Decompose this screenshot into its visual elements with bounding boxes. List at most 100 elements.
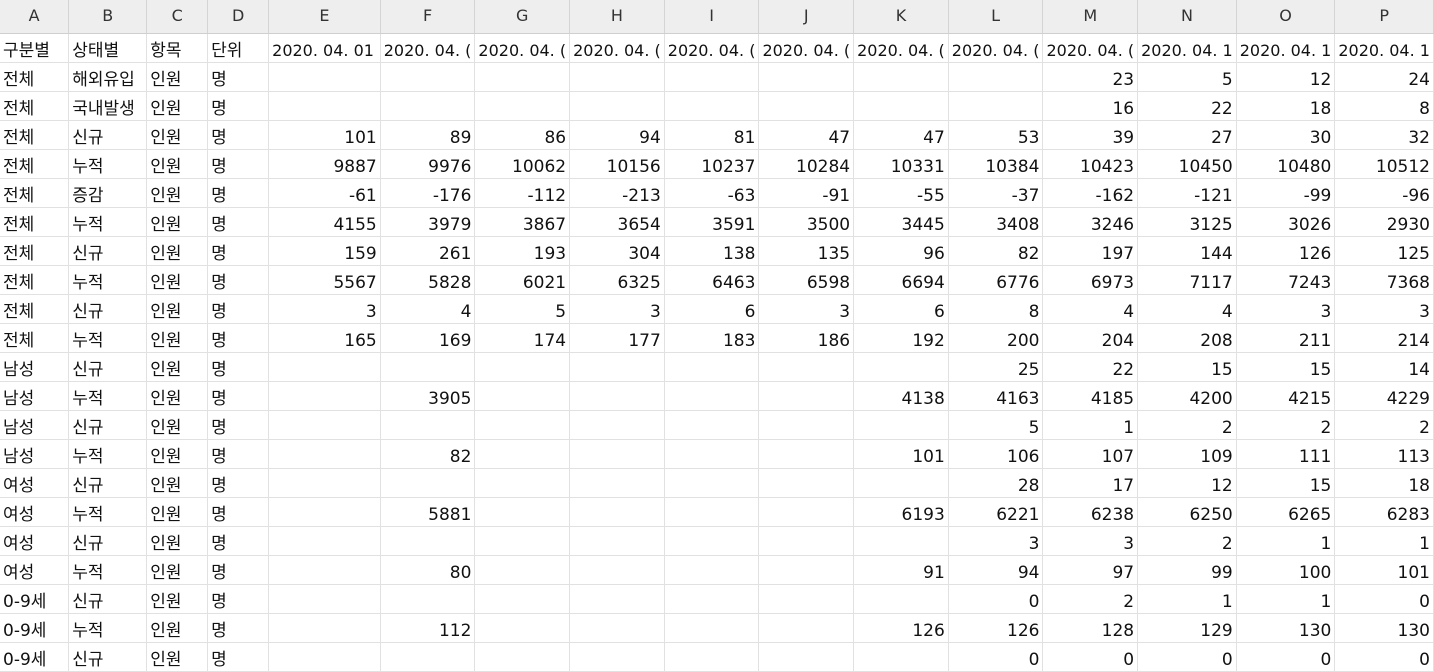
cell-h[interactable] [569,410,665,440]
cell-h[interactable] [569,381,665,411]
cell-e[interactable] [268,497,381,527]
cell-a[interactable]: 전체 [0,120,70,150]
cell-a[interactable]: 전체 [0,91,70,121]
cell-p[interactable]: 2930 [1334,207,1434,237]
cell-e[interactable]: 159 [268,236,381,266]
cell-a[interactable]: 전체 [0,178,70,208]
cell-j[interactable] [758,526,855,556]
cell-k[interactable]: -55 [853,178,949,208]
cell-i[interactable] [664,62,760,92]
cell-d[interactable]: 명 [207,439,270,469]
cell-i[interactable] [664,410,760,440]
cell-b[interactable]: 신규 [68,352,148,382]
column-header-b[interactable]: B [68,0,148,34]
cell-i[interactable] [664,91,760,121]
cell-o[interactable]: 15 [1236,352,1336,382]
cell-f[interactable] [380,642,476,672]
cell-b[interactable]: 국내발생 [68,91,148,121]
cell-b[interactable]: 신규 [68,468,148,498]
cell-l[interactable]: 53 [948,120,1044,150]
cell-j[interactable]: 135 [758,236,855,266]
header-cell-p[interactable]: 2020. 04. 1 [1334,33,1434,63]
cell-g[interactable] [474,555,571,585]
cell-g[interactable] [474,352,571,382]
cell-k[interactable]: 10331 [853,149,949,179]
cell-d[interactable]: 명 [207,584,270,614]
cell-c[interactable]: 인원 [146,584,209,614]
cell-g[interactable] [474,584,571,614]
cell-f[interactable]: 261 [380,236,476,266]
cell-d[interactable]: 명 [207,497,270,527]
cell-o[interactable]: 2 [1236,410,1336,440]
cell-l[interactable]: 106 [948,439,1044,469]
cell-f[interactable]: 3905 [380,381,476,411]
cell-f[interactable]: 9976 [380,149,476,179]
cell-m[interactable]: 1 [1042,410,1139,440]
cell-g[interactable]: 6021 [474,265,571,295]
cell-l[interactable]: 200 [948,323,1044,353]
cell-a[interactable]: 전체 [0,149,70,179]
cell-h[interactable]: 10156 [569,149,665,179]
cell-e[interactable]: 9887 [268,149,381,179]
cell-d[interactable]: 명 [207,149,270,179]
cell-h[interactable] [569,584,665,614]
cell-h[interactable] [569,642,665,672]
cell-c[interactable]: 인원 [146,62,209,92]
cell-b[interactable]: 누적 [68,613,148,643]
cell-m[interactable]: 23 [1042,62,1139,92]
cell-m[interactable]: 10423 [1042,149,1139,179]
cell-g[interactable]: 10062 [474,149,571,179]
cell-m[interactable]: 128 [1042,613,1139,643]
cell-c[interactable]: 인원 [146,497,209,527]
cell-a[interactable]: 전체 [0,236,70,266]
cell-l[interactable]: 8 [948,294,1044,324]
cell-h[interactable] [569,91,665,121]
cell-f[interactable] [380,410,476,440]
cell-p[interactable]: 2 [1334,410,1434,440]
cell-p[interactable]: 113 [1334,439,1434,469]
cell-g[interactable] [474,468,571,498]
cell-e[interactable]: 5567 [268,265,381,295]
cell-g[interactable] [474,497,571,527]
cell-l[interactable]: 28 [948,468,1044,498]
cell-d[interactable]: 명 [207,91,270,121]
cell-f[interactable]: -176 [380,178,476,208]
cell-e[interactable] [268,526,381,556]
cell-c[interactable]: 인원 [146,410,209,440]
cell-e[interactable] [268,91,381,121]
cell-d[interactable]: 명 [207,352,270,382]
cell-i[interactable] [664,642,760,672]
cell-e[interactable] [268,439,381,469]
cell-p[interactable]: 3 [1334,294,1434,324]
cell-a[interactable]: 전체 [0,294,70,324]
cell-i[interactable] [664,352,760,382]
column-header-h[interactable]: H [569,0,665,34]
cell-j[interactable]: 47 [758,120,855,150]
cell-l[interactable]: 25 [948,352,1044,382]
cell-j[interactable] [758,381,855,411]
cell-d[interactable]: 명 [207,120,270,150]
cell-f[interactable] [380,468,476,498]
cell-n[interactable]: 144 [1137,236,1237,266]
cell-f[interactable] [380,62,476,92]
header-cell-f[interactable]: 2020. 04. ( [380,33,476,63]
cell-c[interactable]: 인원 [146,120,209,150]
cell-h[interactable]: 6325 [569,265,665,295]
cell-l[interactable]: 10384 [948,149,1044,179]
cell-a[interactable]: 0-9세 [0,584,70,614]
cell-p[interactable]: 4229 [1334,381,1434,411]
cell-h[interactable] [569,526,665,556]
cell-a[interactable]: 여성 [0,526,70,556]
cell-e[interactable] [268,62,381,92]
cell-g[interactable] [474,526,571,556]
cell-k[interactable]: 3445 [853,207,949,237]
cell-c[interactable]: 인원 [146,91,209,121]
cell-b[interactable]: 신규 [68,526,148,556]
cell-j[interactable] [758,584,855,614]
cell-l[interactable] [948,91,1044,121]
cell-i[interactable] [664,497,760,527]
cell-b[interactable]: 누적 [68,381,148,411]
cell-o[interactable]: 3 [1236,294,1336,324]
cell-a[interactable]: 여성 [0,497,70,527]
cell-a[interactable]: 전체 [0,62,70,92]
